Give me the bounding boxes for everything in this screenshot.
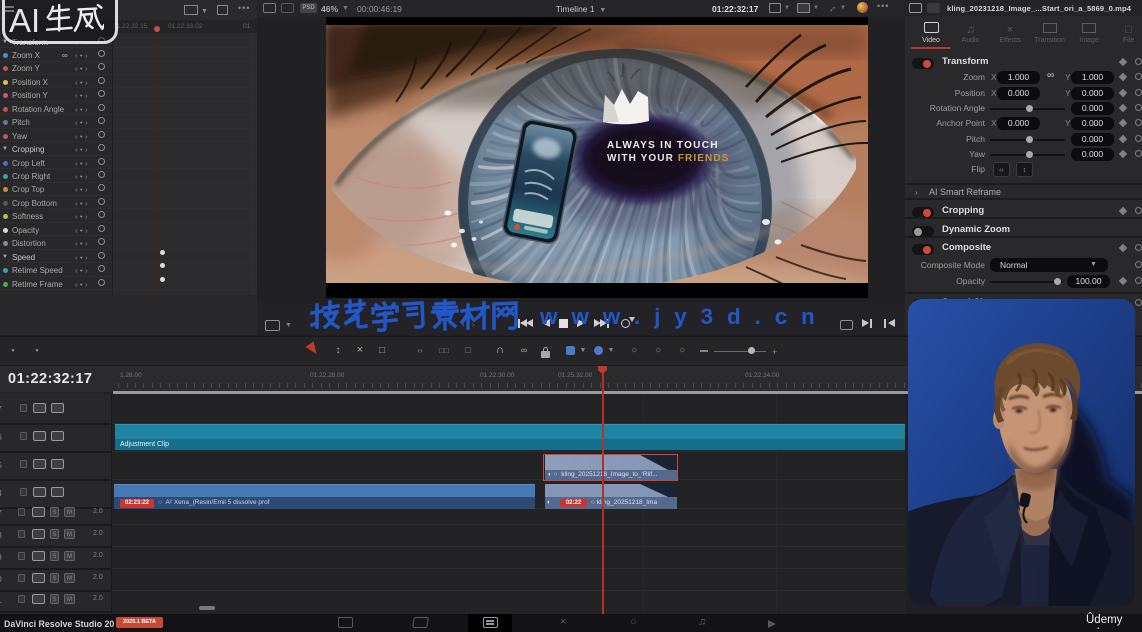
svg-text:w w w . j y 3 d . c n: w w w . j y 3 d . c n <box>539 304 819 329</box>
svg-text:WITH YOUR FRIENDS: WITH YOUR FRIENDS <box>607 153 729 164</box>
svg-text:ALWAYS IN TOUCH: ALWAYS IN TOUCH <box>607 140 719 151</box>
